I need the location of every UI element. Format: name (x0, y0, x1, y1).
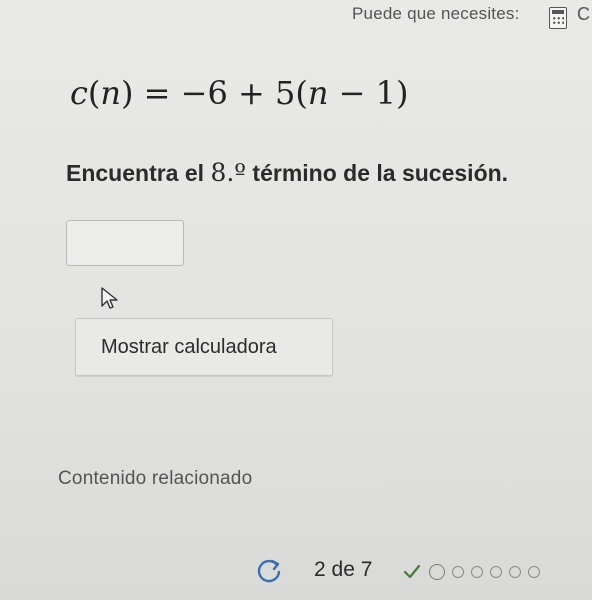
question-prompt: Encuentra el 8.º término de la sucesión. (66, 158, 508, 187)
sequence-formula: c(n) = −6 + 5(n − 1) (70, 74, 409, 112)
answer-input[interactable] (66, 220, 184, 266)
prompt-after: término de la sucesión. (246, 160, 509, 186)
related-content-heading[interactable]: Contenido relacionado (58, 468, 252, 490)
step-complete-check-icon (403, 564, 421, 579)
calculator-icon[interactable] (549, 7, 567, 29)
formula-rhs-variable: n (307, 74, 329, 112)
step-current-dot (429, 564, 445, 580)
step-dot (452, 566, 464, 578)
formula-rhs-suffix: − 1) (328, 74, 409, 112)
formula-rhs-prefix: = −6 + 5( (143, 74, 308, 112)
step-dot (528, 566, 540, 578)
formula-variable: n (100, 74, 122, 112)
refresh-icon[interactable] (254, 556, 284, 586)
formula-function: c (70, 74, 88, 112)
exercise-page: Puede que necesites: C c(n) = −6 + 5(n −… (0, 0, 592, 600)
progress-steps (402, 562, 540, 582)
show-calculator-button[interactable]: Mostrar calculadora (75, 318, 333, 376)
step-dot (471, 566, 483, 578)
prompt-before: Encuentra el (66, 160, 211, 186)
prompt-ordinal: 8.º (210, 158, 247, 187)
tools-hint-extra: C (577, 4, 590, 24)
tools-hint: Puede que necesites: (352, 4, 520, 23)
mouse-cursor-icon (101, 287, 118, 309)
step-dot (509, 566, 521, 578)
progress-counter: 2 de 7 (314, 558, 373, 581)
step-dot (490, 566, 502, 578)
